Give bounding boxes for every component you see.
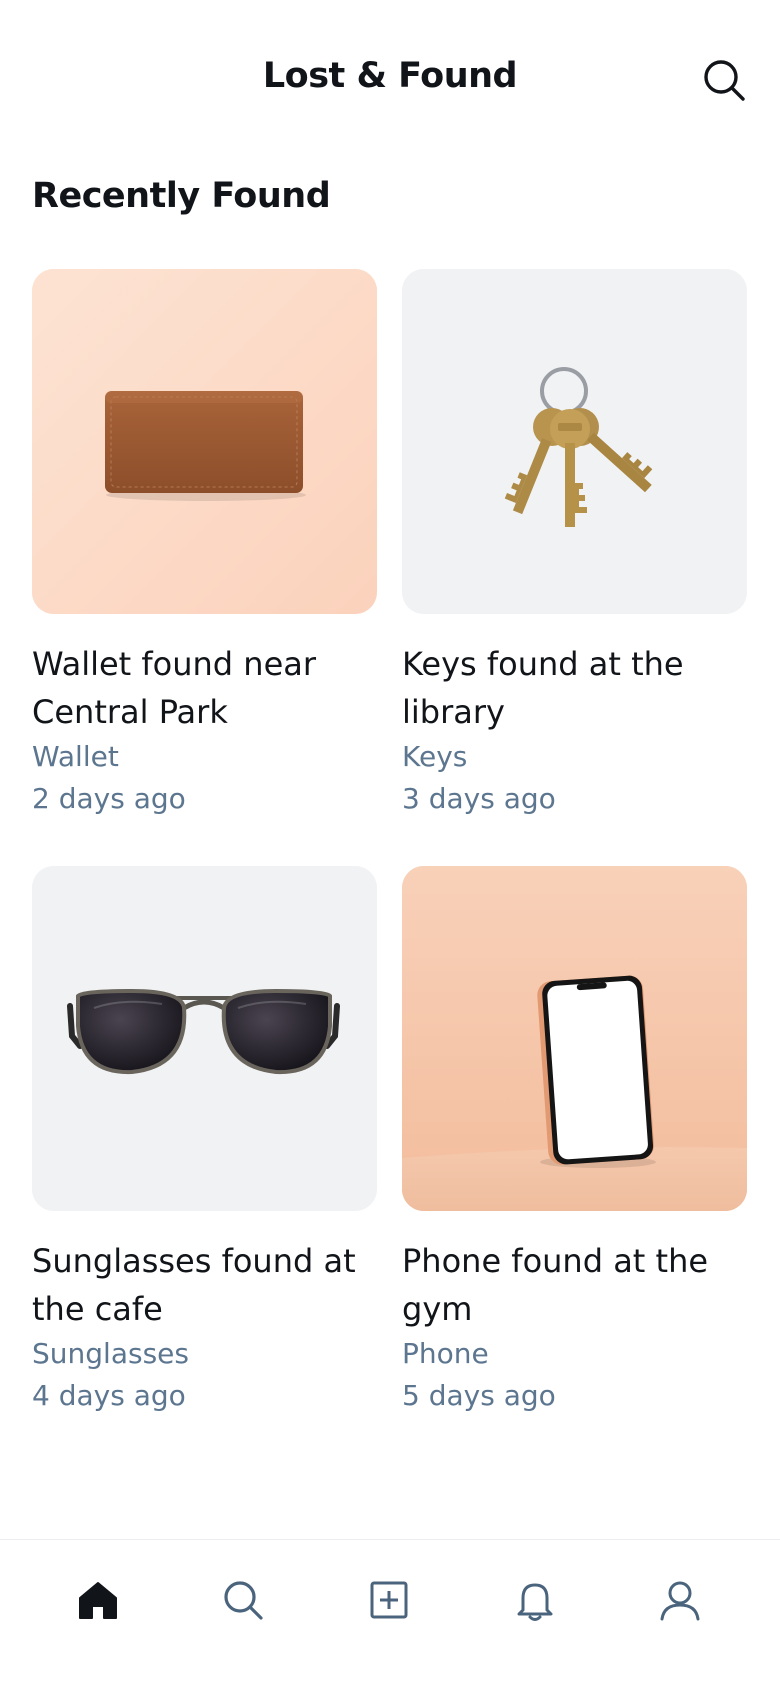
item-title: Keys found at the library xyxy=(402,640,747,736)
item-image-sunglasses xyxy=(32,866,377,1211)
nav-notifications[interactable] xyxy=(499,1564,571,1636)
item-time: 5 days ago xyxy=(402,1379,556,1412)
item-title: Wallet found near Central Park xyxy=(32,640,377,736)
item-card-keys[interactable]: Keys found at the library Keys 3 days ag… xyxy=(402,269,747,820)
bottom-nav xyxy=(0,1539,780,1689)
item-time: 2 days ago xyxy=(32,782,186,815)
item-card-sunglasses[interactable]: Sunglasses found at the cafe Sunglasses … xyxy=(32,866,377,1417)
home-icon xyxy=(79,1582,117,1619)
item-title-line: the cafe xyxy=(32,1290,163,1328)
item-title: Phone found at the gym xyxy=(402,1237,747,1333)
profile-icon xyxy=(660,1581,700,1621)
search-icon xyxy=(704,60,745,101)
add-icon xyxy=(370,1581,408,1619)
item-title-line: Sunglasses found at xyxy=(32,1242,356,1280)
item-image-wallet xyxy=(32,269,377,614)
item-card-phone[interactable]: Phone found at the gym Phone 5 days ago xyxy=(402,866,747,1417)
page-title: Lost & Found xyxy=(262,56,518,96)
section-title: Recently Found xyxy=(32,176,331,216)
item-title-line: library xyxy=(402,693,505,731)
search-button[interactable] xyxy=(700,56,748,104)
item-category: Keys xyxy=(402,740,468,773)
item-title-line: Keys found at the xyxy=(402,645,684,683)
item-title: Sunglasses found at the cafe xyxy=(32,1237,377,1333)
item-category: Wallet xyxy=(32,740,119,773)
item-image-phone xyxy=(402,866,747,1211)
item-time: 4 days ago xyxy=(32,1379,186,1412)
item-title-line: Central Park xyxy=(32,693,228,731)
app-header: Lost & Found xyxy=(0,0,780,160)
item-title-line: Wallet found near xyxy=(32,645,317,683)
item-category: Phone xyxy=(402,1337,489,1370)
item-image-keys xyxy=(402,269,747,614)
item-title-line: Phone found at the xyxy=(402,1242,709,1280)
nav-search[interactable] xyxy=(207,1564,279,1636)
item-time: 3 days ago xyxy=(402,782,556,815)
item-title-line: gym xyxy=(402,1290,473,1328)
item-card-wallet[interactable]: Wallet found near Central Park Wallet 2 … xyxy=(32,269,377,820)
nav-home[interactable] xyxy=(62,1564,134,1636)
nav-profile[interactable] xyxy=(644,1564,716,1636)
search-icon xyxy=(224,1581,263,1620)
nav-add[interactable] xyxy=(353,1564,425,1636)
item-category: Sunglasses xyxy=(32,1337,189,1370)
bell-icon xyxy=(517,1583,553,1621)
